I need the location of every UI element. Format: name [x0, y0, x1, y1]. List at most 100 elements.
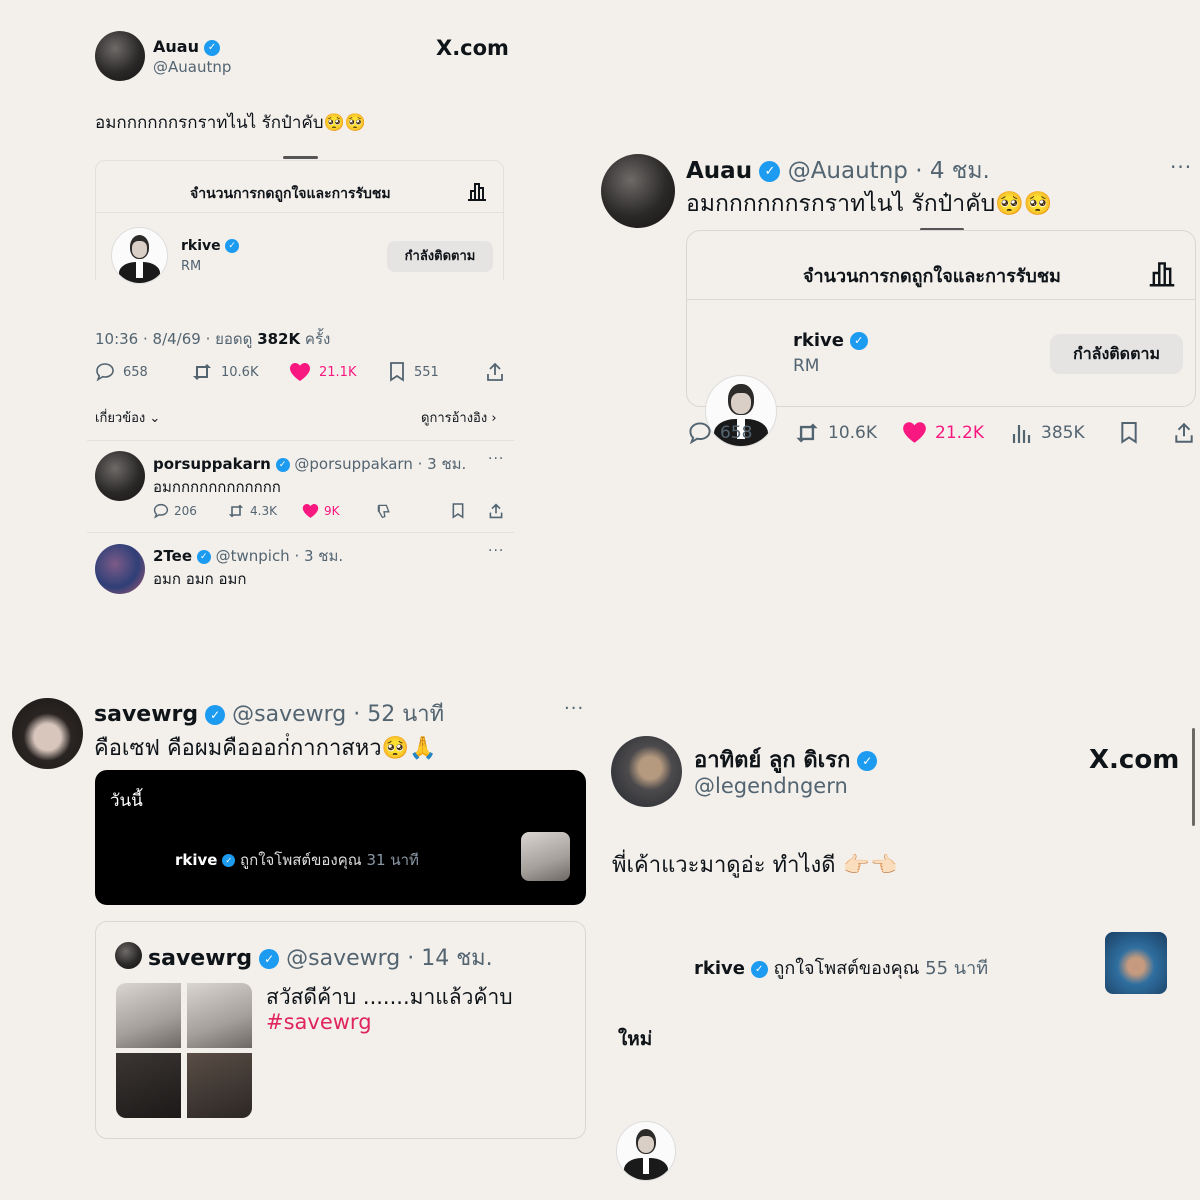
more-icon[interactable]: ···: [488, 543, 504, 559]
notif-name[interactable]: rkive: [694, 958, 745, 979]
tweet-timestamp: 10:36 · 8/4/69 · ยอดดู: [95, 330, 253, 348]
verified-badge-icon: ✓: [259, 949, 280, 969]
quote-avatar[interactable]: [115, 942, 142, 969]
notif-time: 31 นาที: [366, 851, 419, 869]
like-button[interactable]: 9K: [302, 503, 340, 519]
reply-avatar[interactable]: [95, 544, 145, 594]
repost-icon: [228, 504, 244, 518]
reply-text: อมกกกกกกกกกกกก: [153, 478, 281, 496]
share-icon[interactable]: [1173, 421, 1195, 445]
bookmark-count: 551: [414, 364, 439, 380]
notif-text: ถูกใจโพสต์ของคุณ: [240, 851, 362, 869]
x-brand-logo: X.com: [1089, 745, 1180, 775]
post-thumbnail[interactable]: [1105, 932, 1167, 994]
related-tab[interactable]: เกี่ยวข้อง ⌄: [95, 407, 160, 428]
repost-count: 10.6K: [828, 423, 877, 443]
reply-count: 658: [123, 364, 148, 380]
heart-icon: [290, 363, 310, 381]
view-suffix: ครั้ง: [304, 330, 331, 348]
liker-name[interactable]: rkive: [181, 238, 221, 254]
author-name[interactable]: Auau: [686, 158, 752, 184]
repost-button[interactable]: 10.6K: [191, 362, 258, 382]
author-avatar[interactable]: [601, 154, 675, 228]
card-header: จำนวนการกดถูกใจและการรับชม: [190, 186, 391, 202]
author-handle[interactable]: @Auautnp: [153, 58, 231, 76]
reply-button[interactable]: 658: [688, 421, 752, 445]
post-thumbnail[interactable]: [521, 832, 570, 881]
panel-1: Auau ✓ @Auautnp X.com อมกกกกกกรกราทไนไ ร…: [0, 0, 1200, 594]
notif-name[interactable]: rkive: [175, 851, 217, 869]
views-button[interactable]: 385K: [1011, 421, 1085, 445]
scrollbar[interactable]: [1192, 728, 1195, 826]
reply-button[interactable]: 658: [95, 362, 148, 382]
quote-image-4[interactable]: [187, 1053, 252, 1118]
divider: [687, 299, 1195, 300]
quote-image-1[interactable]: [116, 983, 181, 1048]
quote-author-name[interactable]: savewrg: [148, 946, 252, 971]
author-avatar[interactable]: [611, 736, 682, 807]
reply-button[interactable]: 206: [153, 503, 197, 519]
repost-button[interactable]: 4.3K: [227, 503, 277, 519]
verified-badge-icon: ✓: [222, 854, 236, 867]
reply-author-name[interactable]: porsuppakarn: [153, 455, 271, 473]
notif-text: ถูกใจโพสต์ของคุณ: [773, 958, 920, 979]
author-handle[interactable]: @legendngern: [694, 774, 848, 798]
like-count: 9K: [324, 504, 340, 518]
like-button[interactable]: 21.1K: [289, 362, 356, 382]
more-icon[interactable]: ···: [564, 698, 584, 719]
quote-image-3[interactable]: [116, 1053, 181, 1118]
likes-card: [686, 230, 1196, 407]
author-name[interactable]: อาทิตย์ ลูก ดิเรก: [694, 748, 850, 773]
dislike-icon[interactable]: [376, 503, 392, 519]
reply-icon: [96, 363, 114, 382]
author-handle: @savewrg · 52 นาที: [232, 702, 445, 727]
verified-badge-icon: ✓: [849, 332, 868, 350]
reply-avatar[interactable]: [95, 451, 145, 501]
author-handle: @Auautnp · 4 ชม.: [787, 158, 990, 184]
like-count: 21.2K: [935, 422, 984, 443]
divider: [87, 532, 514, 533]
liker-sub: RM: [181, 259, 202, 274]
chevron-down-icon: ⌄: [149, 411, 161, 426]
reply-icon: [153, 503, 169, 519]
reply-author-handle: @porsuppakarn · 3 ชม.: [294, 455, 467, 473]
quote-hashtag[interactable]: #savewrg: [266, 1010, 372, 1034]
chart-icon[interactable]: [1147, 258, 1177, 288]
views-icon: [1012, 425, 1031, 443]
more-icon[interactable]: ···: [488, 451, 504, 467]
liker-name[interactable]: rkive: [793, 330, 844, 351]
liker-avatar[interactable]: [111, 227, 168, 284]
like-button[interactable]: 21.2K: [902, 421, 984, 444]
repost-count: 4.3K: [250, 504, 277, 518]
new-label: ใหม่: [618, 1028, 653, 1050]
following-button[interactable]: กำลังติดตาม: [387, 241, 493, 272]
share-icon[interactable]: [488, 503, 504, 519]
chart-icon[interactable]: [466, 180, 488, 202]
verified-badge-icon: ✓: [204, 39, 221, 56]
view-quotes-link[interactable]: ดูการอ้างอิง ›: [421, 407, 497, 428]
share-icon[interactable]: [485, 362, 505, 382]
tweet-text: คือเซฟ คือผมคือออก่ํกากาสหว🥺🙏: [94, 736, 437, 761]
tweet-text: พี่เค้าแวะมาดูอ่ะ ทำไงดี 👉🏻👈🏻: [612, 853, 898, 878]
quote-image-2[interactable]: [187, 983, 252, 1048]
following-button[interactable]: กำลังติดตาม: [1050, 334, 1183, 374]
author-avatar[interactable]: [12, 698, 83, 769]
tweet-text: อมกกกกกกรกราทไนไ รักป๋าคับ🥺🥺: [686, 191, 1053, 217]
bookmark-button[interactable]: 551: [388, 362, 439, 382]
view-count: 382K: [257, 330, 301, 348]
author-name[interactable]: savewrg: [94, 702, 198, 727]
more-icon[interactable]: ···: [1170, 155, 1192, 179]
repost-icon: [193, 364, 211, 380]
verified-badge-icon: ✓: [205, 705, 226, 725]
quotes-label: ดูการอ้างอิง: [421, 411, 488, 426]
notif-avatar[interactable]: [616, 1121, 676, 1181]
repost-button[interactable]: 10.6K: [794, 421, 877, 445]
author-name[interactable]: Auau: [153, 37, 199, 56]
bookmark-icon[interactable]: [1119, 421, 1139, 445]
bookmark-icon[interactable]: [451, 503, 465, 519]
author-avatar[interactable]: [95, 31, 145, 81]
reply-author-name[interactable]: 2Tee: [153, 547, 192, 565]
card-header: จำนวนการกดถูกใจและการรับชม: [803, 266, 1061, 287]
repost-icon: [796, 423, 818, 443]
reply-count: 658: [720, 423, 753, 443]
